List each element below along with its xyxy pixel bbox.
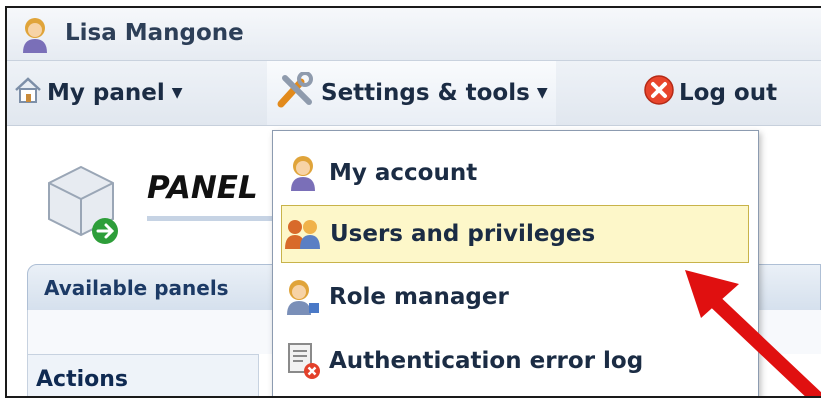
chevron-down-icon: ▼	[171, 85, 183, 101]
menu-log-out-label: Log out	[679, 80, 778, 106]
user-name: Lisa Mangone	[65, 20, 244, 46]
user-bar: Lisa Mangone	[7, 8, 821, 61]
user-avatar-icon	[21, 17, 49, 57]
chevron-down-icon: ▼	[536, 85, 548, 101]
menu-my-panel[interactable]: My panel ▼	[13, 61, 183, 125]
window-frame: Lisa Mangone My panel ▼ Settings & tools…	[5, 6, 821, 398]
red-pointer-arrow	[667, 258, 821, 396]
page-title: PANEL	[147, 170, 258, 206]
dropdown-item-label: Authentication error log	[329, 348, 644, 374]
dropdown-item-label: Role manager	[329, 284, 509, 310]
menu-my-panel-label: My panel	[47, 80, 165, 106]
dropdown-item-my-account[interactable]: My account	[281, 145, 749, 201]
tools-icon	[275, 71, 317, 114]
tab-available-panels-label: Available panels	[44, 276, 229, 300]
error-log-icon	[281, 342, 325, 380]
dropdown-item-label: My account	[329, 160, 478, 186]
role-user-icon	[281, 279, 325, 315]
dropdown-item-users-and-privileges[interactable]: Users and privileges	[281, 205, 749, 263]
menu-log-out[interactable]: Log out	[643, 61, 777, 125]
home-icon	[13, 76, 43, 110]
dropdown-item-label: Users and privileges	[330, 221, 596, 247]
actions-header: Actions	[27, 354, 259, 396]
main-menu-bar: My panel ▼ Settings & tools ▼ Log out	[7, 61, 821, 126]
users-icon	[282, 217, 326, 251]
user-icon	[281, 155, 325, 191]
close-circle-icon	[643, 74, 675, 112]
menu-settings-tools[interactable]: Settings & tools ▼	[267, 61, 556, 125]
panel-cube-icon	[39, 161, 129, 255]
actions-label: Actions	[36, 367, 128, 392]
menu-settings-tools-label: Settings & tools	[321, 80, 530, 106]
